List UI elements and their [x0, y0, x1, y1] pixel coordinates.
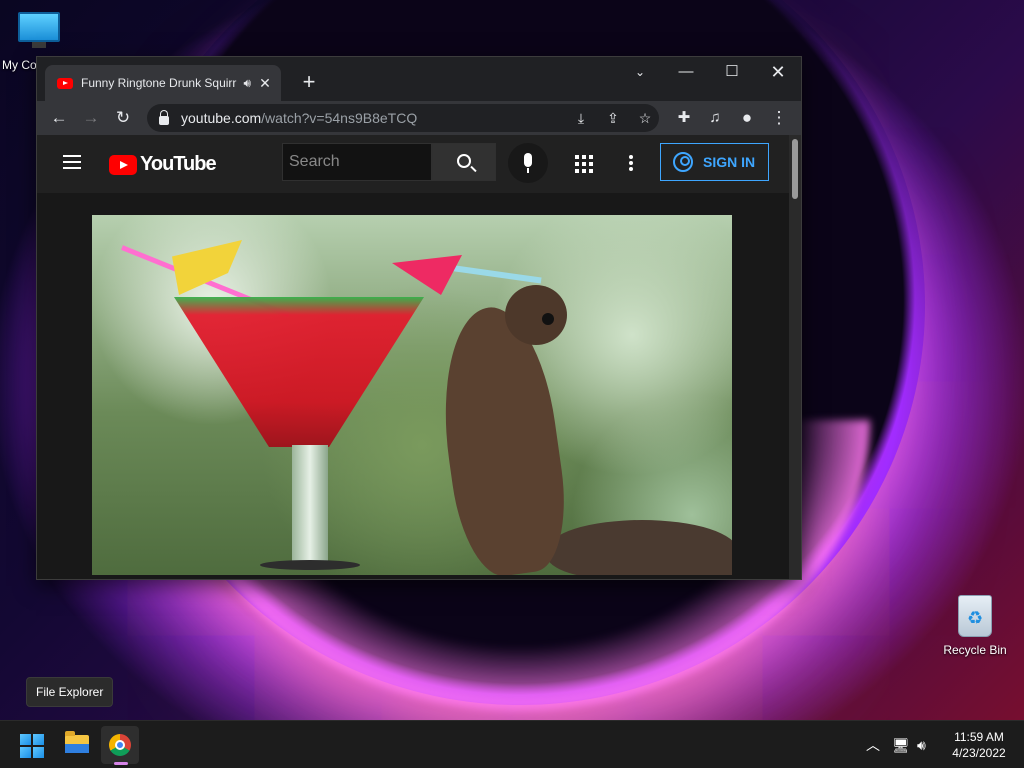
chrome-menu-icon[interactable]: ⋮	[765, 104, 793, 132]
address-bar[interactable]: youtube.com/watch?v=54ns9B8eTCQ ⤓ ⇪ ☆	[147, 104, 659, 132]
video-glass-base	[260, 560, 360, 570]
browser-window: Funny Ringtone Drunk Squirr 🔊︎ ✕ + ⌄ — ☐…	[36, 56, 802, 580]
media-controls-icon[interactable]: ♫	[701, 104, 729, 132]
video-squirrel-head	[505, 285, 567, 345]
tab-title: Funny Ringtone Drunk Squirr	[81, 76, 237, 90]
account-circle-icon	[673, 152, 693, 172]
search-icon	[457, 154, 471, 168]
taskbar: ︿ 🖥︎ 🔊︎ 11:59 AM 4/23/2022	[0, 720, 1024, 768]
extensions-icon[interactable]: ✚	[670, 104, 698, 132]
page-scrollbar[interactable]	[789, 135, 801, 579]
video-squirrel-tail	[547, 520, 732, 575]
video-squirrel-eye	[542, 313, 554, 325]
youtube-header: YouTube Search SIGN IN	[37, 135, 801, 193]
tab-search-icon[interactable]: ⌄	[617, 57, 663, 89]
bookmark-star-icon[interactable]: ☆	[631, 104, 659, 132]
volume-icon[interactable]: 🔊︎	[917, 721, 926, 768]
taskbar-file-explorer[interactable]	[58, 726, 96, 764]
profile-icon[interactable]: ●	[733, 104, 761, 132]
youtube-logo-text: YouTube	[140, 153, 217, 175]
youtube-favicon-icon	[57, 77, 73, 89]
speaker-icon[interactable]: 🔊︎	[243, 76, 251, 91]
windows-start-icon[interactable]	[20, 734, 44, 758]
scrollbar-thumb[interactable]	[792, 139, 798, 199]
url-host: youtube.com	[181, 110, 262, 126]
sign-in-label: SIGN IN	[703, 154, 756, 170]
minimize-button[interactable]: —	[663, 57, 709, 89]
video-glass-stem	[292, 445, 328, 565]
sign-in-button[interactable]: SIGN IN	[660, 143, 769, 181]
taskbar-chrome[interactable]	[101, 726, 139, 765]
install-icon[interactable]: ⤓	[567, 104, 595, 132]
url-path: /watch?v=54ns9B8eTCQ	[261, 110, 418, 126]
folder-icon	[65, 731, 89, 753]
tab-youtube[interactable]: Funny Ringtone Drunk Squirr 🔊︎ ✕	[45, 65, 281, 101]
chrome-icon	[109, 734, 131, 756]
desktop-icon-label: My Co	[2, 58, 37, 72]
youtube-logo[interactable]: YouTube	[109, 153, 217, 176]
system-clock[interactable]: 11:59 AM 4/23/2022	[944, 729, 1014, 761]
monitor-stand	[32, 42, 46, 48]
desktop-icon-recycle-bin[interactable]: ♻ Recycle Bin	[935, 595, 1015, 657]
taskbar-tooltip: File Explorer	[26, 677, 114, 707]
tab-close-icon[interactable]: ✕	[257, 75, 273, 91]
maximize-button[interactable]: ☐	[709, 57, 755, 89]
tab-strip: Funny Ringtone Drunk Squirr 🔊︎ ✕ + ⌄ — ☐…	[37, 57, 801, 101]
search-button[interactable]	[432, 143, 496, 181]
apps-grid-icon[interactable]	[575, 155, 593, 173]
recycle-bin-icon: ♻	[958, 595, 992, 637]
desktop-icon-my-computer[interactable]: My Co	[0, 8, 78, 72]
reload-button[interactable]: ↻	[109, 104, 137, 132]
desktop-icon-label: Recycle Bin	[943, 643, 1007, 657]
back-button[interactable]: ←	[45, 104, 73, 132]
search-input[interactable]: Search	[282, 143, 432, 181]
settings-kebab-icon[interactable]	[629, 155, 633, 173]
share-icon[interactable]: ⇪	[599, 104, 627, 132]
clock-date: 4/23/2022	[952, 746, 1006, 760]
show-hidden-icons-chevron-icon[interactable]: ︿	[866, 721, 880, 768]
network-icon[interactable]: 🖥︎	[892, 721, 910, 768]
browser-toolbar: ← → ↻ youtube.com/watch?v=54ns9B8eTCQ ⤓ …	[37, 101, 801, 135]
forward-button[interactable]: →	[77, 104, 105, 132]
youtube-play-icon	[109, 154, 137, 175]
monitor-icon	[18, 12, 60, 42]
close-window-button[interactable]: ✕	[755, 57, 801, 89]
lock-icon[interactable]	[159, 109, 169, 125]
page-viewport: YouTube Search SIGN IN	[37, 135, 801, 579]
video-player[interactable]	[92, 215, 732, 575]
microphone-icon	[524, 153, 532, 167]
clock-time: 11:59 AM	[954, 730, 1004, 744]
new-tab-button[interactable]: +	[295, 69, 323, 97]
voice-search-button[interactable]	[508, 143, 548, 183]
microphone-stem	[527, 168, 529, 173]
hamburger-menu-icon[interactable]	[63, 155, 81, 169]
